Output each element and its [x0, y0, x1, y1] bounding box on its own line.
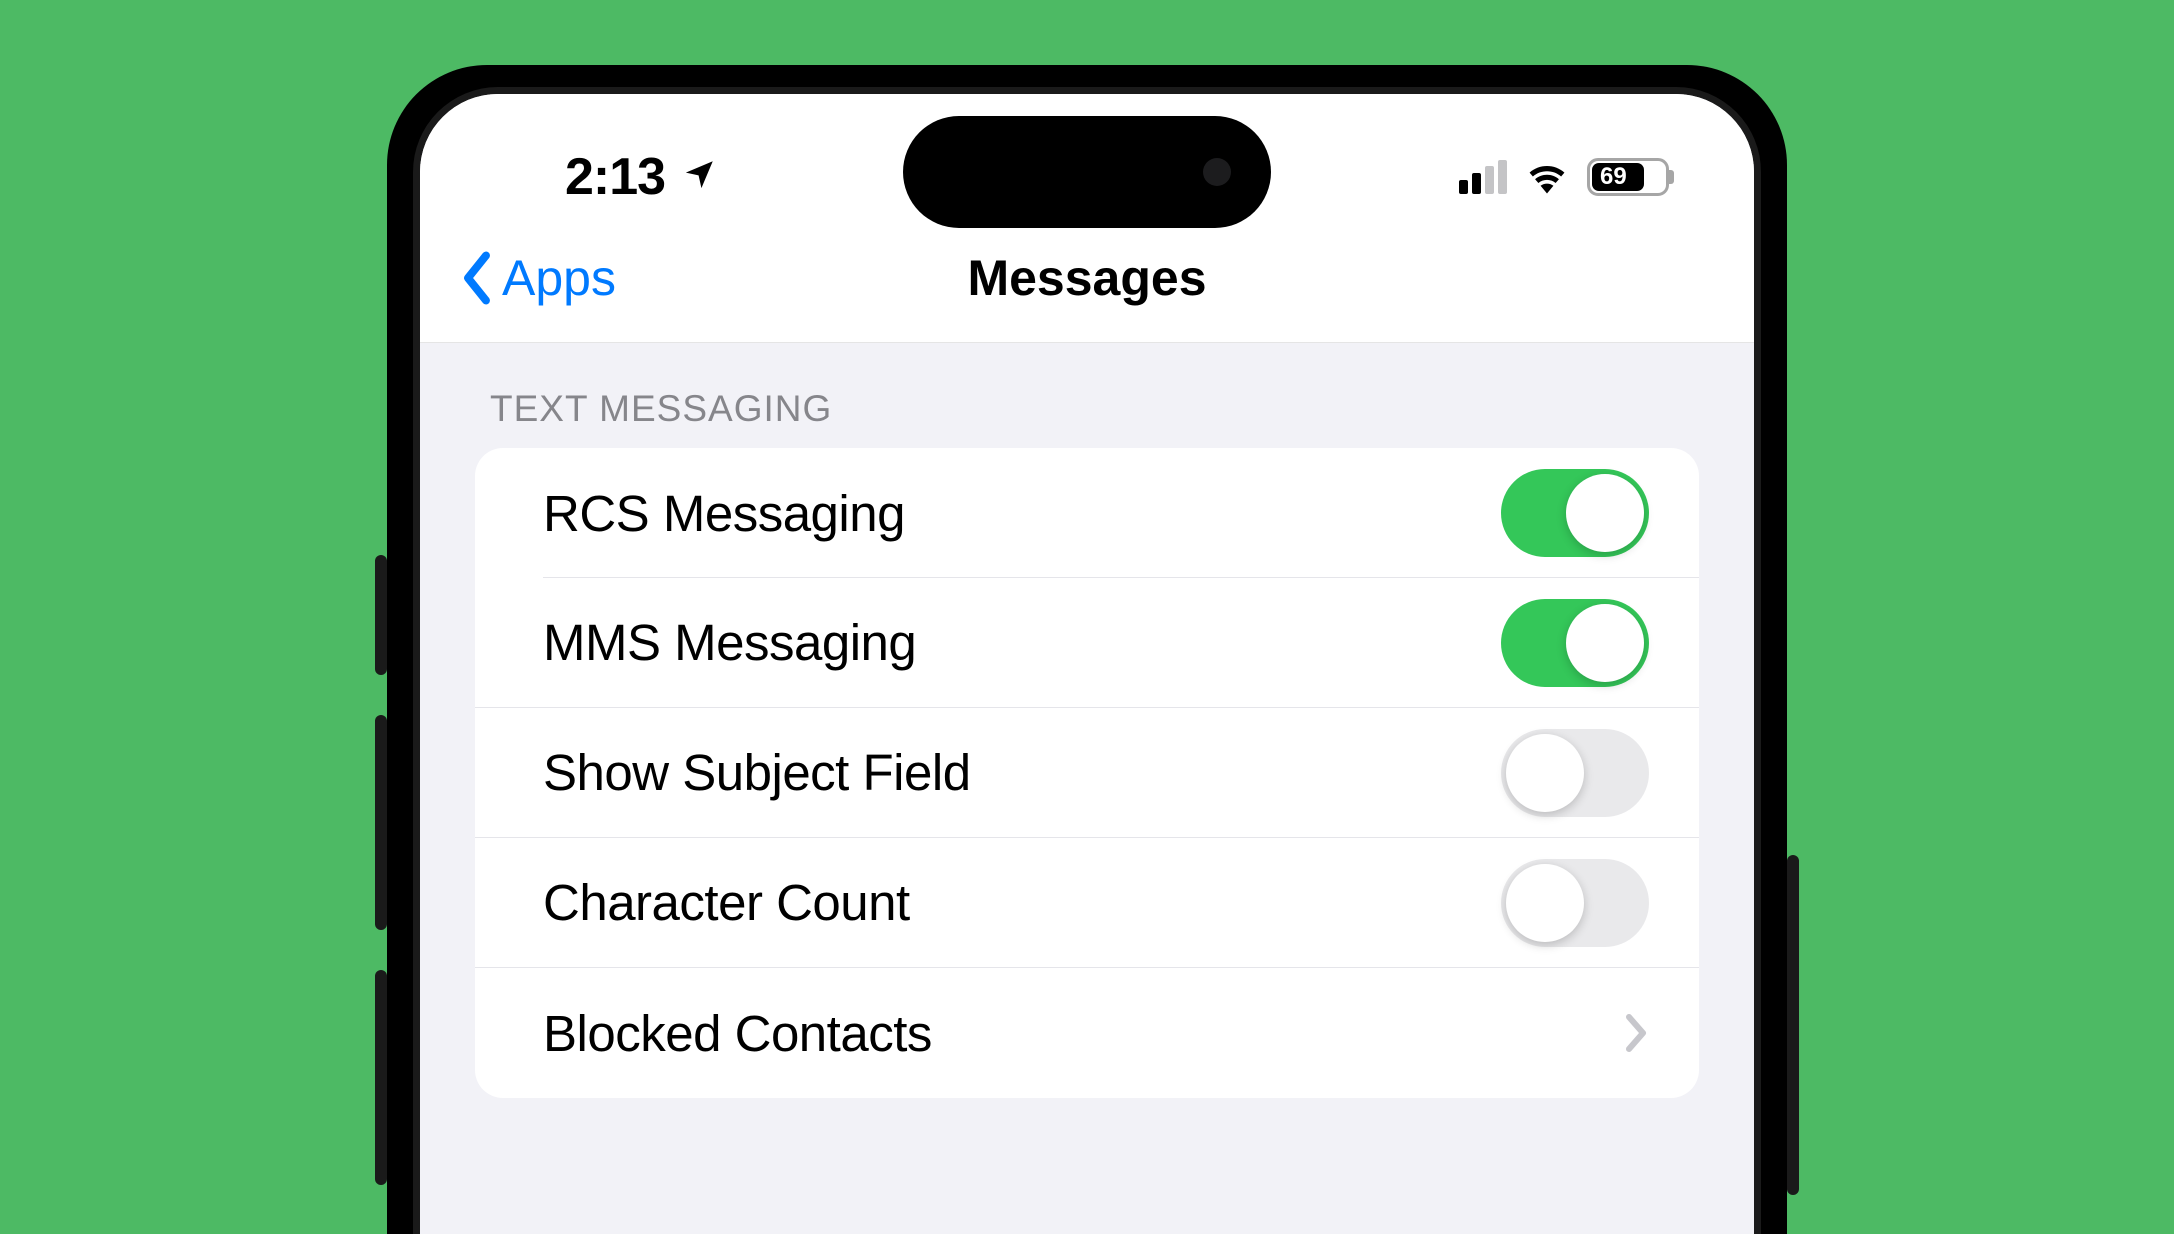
- side-button-volume-up: [375, 715, 387, 930]
- row-label: Character Count: [543, 873, 910, 932]
- chevron-left-icon: [460, 251, 494, 305]
- status-time: 2:13: [565, 147, 665, 207]
- status-right: 69: [1459, 158, 1669, 196]
- toggle-rcs-messaging[interactable]: [1501, 469, 1649, 557]
- toggle-knob: [1506, 734, 1584, 812]
- back-label: Apps: [502, 249, 616, 307]
- toggle-knob: [1566, 474, 1644, 552]
- cellular-signal-icon: [1459, 160, 1507, 194]
- wifi-icon: [1525, 160, 1569, 194]
- row-blocked-contacts[interactable]: Blocked Contacts: [475, 968, 1699, 1098]
- phone-body: 2:13: [413, 87, 1761, 1234]
- row-label: Blocked Contacts: [543, 1004, 932, 1063]
- row-label: RCS Messaging: [543, 484, 905, 543]
- side-button-volume-down: [375, 970, 387, 1185]
- toggle-show-subject-field[interactable]: [1501, 729, 1649, 817]
- toggle-mms-messaging[interactable]: [1501, 599, 1649, 687]
- side-button-silent: [375, 555, 387, 675]
- row-label: Show Subject Field: [543, 743, 971, 802]
- row-show-subject-field[interactable]: Show Subject Field: [475, 708, 1699, 838]
- page-title: Messages: [967, 249, 1206, 307]
- status-left: 2:13: [565, 147, 717, 207]
- dynamic-island: [903, 116, 1271, 228]
- battery-level: 69: [1590, 163, 1627, 191]
- row-character-count[interactable]: Character Count: [475, 838, 1699, 968]
- row-rcs-messaging[interactable]: RCS Messaging: [475, 448, 1699, 578]
- phone-frame: 2:13: [387, 65, 1787, 1234]
- screen: 2:13: [420, 94, 1754, 1234]
- chevron-right-icon: [1625, 1012, 1649, 1054]
- back-button[interactable]: Apps: [460, 249, 616, 307]
- side-button-power: [1787, 855, 1799, 1195]
- settings-group-text-messaging: RCS Messaging MMS Messaging Show Subject…: [475, 448, 1699, 1098]
- navigation-bar: Apps Messages: [420, 224, 1754, 343]
- toggle-knob: [1506, 864, 1584, 942]
- toggle-knob: [1566, 604, 1644, 682]
- battery-indicator: 69: [1587, 158, 1669, 196]
- row-mms-messaging[interactable]: MMS Messaging: [475, 578, 1699, 708]
- section-header-text-messaging: TEXT MESSAGING: [420, 343, 1754, 448]
- location-icon: [683, 157, 717, 196]
- toggle-character-count[interactable]: [1501, 859, 1649, 947]
- row-label: MMS Messaging: [543, 613, 916, 672]
